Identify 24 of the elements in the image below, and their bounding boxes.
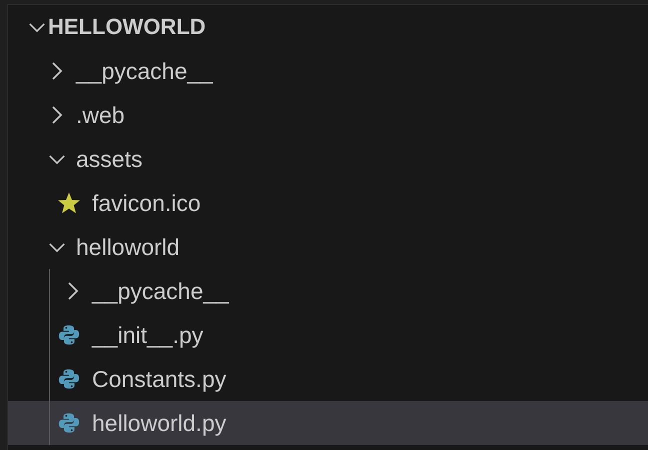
tree-row[interactable]: Constants.py bbox=[8, 357, 648, 401]
tree-row[interactable]: helloworld.py bbox=[8, 401, 648, 445]
python-icon bbox=[58, 368, 80, 390]
python-icon bbox=[58, 324, 80, 346]
tree-row[interactable]: __pycache__ bbox=[8, 49, 648, 93]
tree-row[interactable]: .web bbox=[8, 93, 648, 137]
tree-row[interactable]: helloworld bbox=[8, 225, 648, 269]
file-name: __init__.py bbox=[92, 322, 204, 348]
file-name: helloworld.py bbox=[92, 410, 226, 436]
folder-name: __pycache__ bbox=[92, 278, 229, 304]
folder-name: helloworld bbox=[76, 234, 180, 260]
file-name: favicon.ico bbox=[92, 190, 201, 216]
star-icon bbox=[57, 191, 81, 215]
tree-row[interactable]: __pycache__ bbox=[8, 269, 648, 313]
python-icon bbox=[58, 412, 80, 434]
tree-row[interactable]: assets bbox=[8, 137, 648, 181]
file-name: Constants.py bbox=[92, 366, 226, 392]
tree-row[interactable]: HELLOWORLD bbox=[8, 5, 648, 49]
tree-row[interactable]: favicon.ico bbox=[8, 181, 648, 225]
folder-name: assets bbox=[76, 146, 142, 172]
section-header: HELLOWORLD bbox=[48, 14, 206, 40]
folder-name: __pycache__ bbox=[76, 58, 213, 84]
folder-name: .web bbox=[76, 102, 125, 128]
tree-row[interactable]: __init__.py bbox=[8, 313, 648, 357]
